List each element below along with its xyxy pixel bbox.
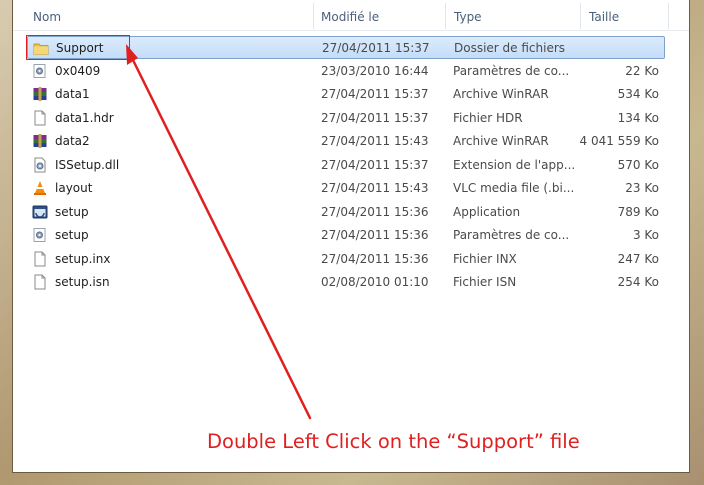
annotation-arrow <box>126 44 312 420</box>
instruction-text: Double Left Click on the “Support” file <box>207 430 580 453</box>
background-frame: Nom Modifié le Type Taille Support 27/04/… <box>0 0 704 485</box>
